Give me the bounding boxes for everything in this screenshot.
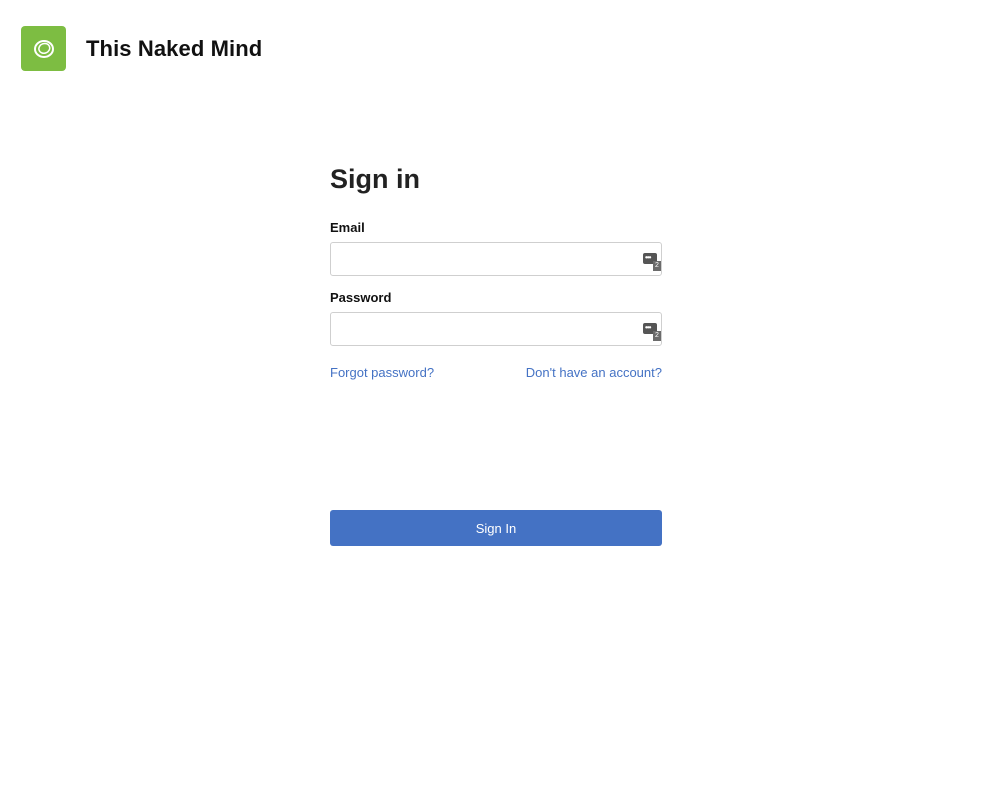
email-field-wrapper: ••• 2 <box>330 242 662 276</box>
password-label: Password <box>330 290 392 305</box>
password-input[interactable] <box>331 313 661 345</box>
brand-name: This Naked Mind <box>86 35 263 61</box>
page-title: Sign in <box>330 164 420 194</box>
email-label: Email <box>330 220 365 235</box>
form-links: Forgot password? Don't have an account? <box>330 365 662 380</box>
sign-in-form: Sign in Email ••• 2 Password ••• 2 Forgo… <box>330 160 662 380</box>
signup-link[interactable]: Don't have an account? <box>526 365 662 380</box>
password-manager-count: 2 <box>653 331 661 341</box>
sign-in-button[interactable]: Sign In <box>330 510 662 546</box>
brand-logo[interactable] <box>21 26 66 71</box>
email-input[interactable] <box>331 243 661 275</box>
header: This Naked Mind <box>21 26 262 71</box>
password-manager-icon[interactable]: ••• 2 <box>643 253 661 271</box>
password-manager-count: 2 <box>653 261 661 271</box>
circle-swirl-logo-icon <box>33 39 54 58</box>
password-field-wrapper: ••• 2 <box>330 312 662 346</box>
password-manager-icon[interactable]: ••• 2 <box>643 323 661 341</box>
forgot-password-link[interactable]: Forgot password? <box>330 365 434 380</box>
